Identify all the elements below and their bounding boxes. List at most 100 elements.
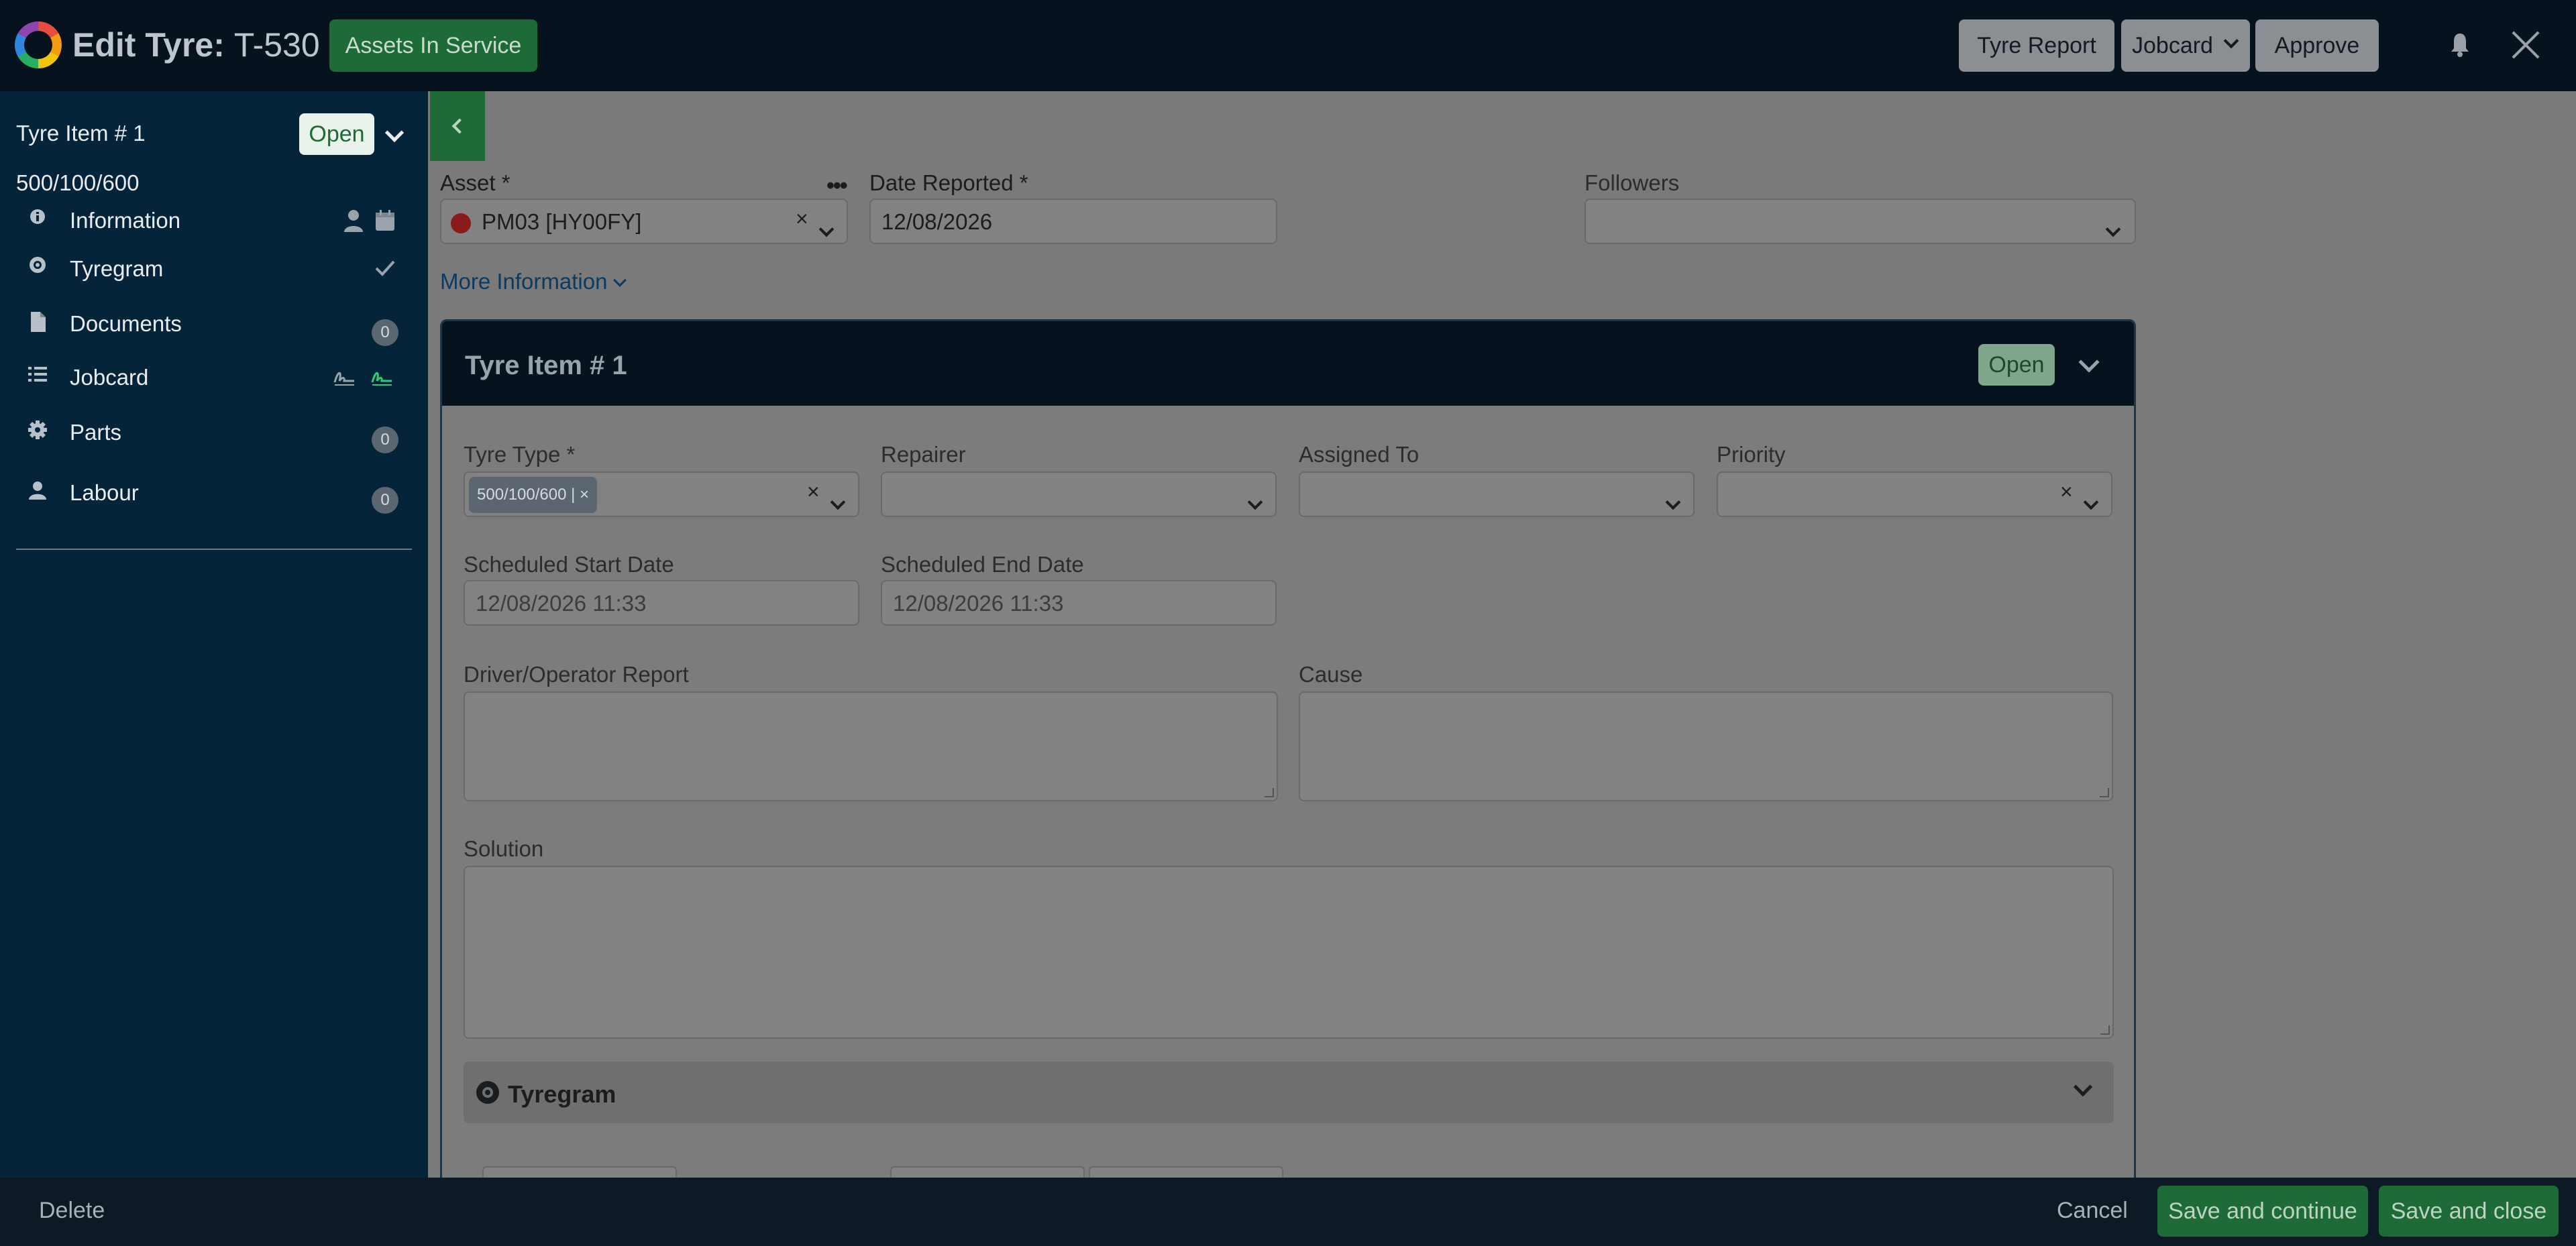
more-options-icon[interactable]: ••• — [826, 173, 848, 199]
chevron-left-icon — [451, 118, 468, 134]
sidebar-item-label: Tyregram — [70, 256, 164, 281]
cause-textarea[interactable] — [1299, 691, 2113, 801]
sidebar-item-parts[interactable]: Parts 0 — [0, 410, 428, 457]
tyregram-section-title: Tyregram — [508, 1080, 616, 1108]
driver-report-label: Driver/Operator Report — [464, 662, 689, 687]
save-and-continue-button[interactable]: Save and continue — [2157, 1186, 2368, 1237]
chevron-down-icon — [818, 215, 835, 240]
tyregram-content-edge — [482, 1166, 677, 1178]
chevron-down-icon — [613, 274, 627, 287]
approve-button[interactable]: Approve — [2255, 19, 2379, 72]
person-icon — [29, 482, 46, 500]
save-and-close-button[interactable]: Save and close — [2379, 1186, 2559, 1237]
asset-select[interactable]: PM03 [HY00FY] × — [440, 199, 848, 244]
sidebar-item-label: Labour — [70, 480, 139, 505]
person-icon — [344, 210, 363, 232]
signed-icon — [371, 372, 392, 386]
page-title: Edit Tyre: T-530 — [72, 25, 320, 64]
signature-icon — [333, 372, 354, 386]
scheduled-start-input[interactable]: 12/08/2026 11:33 — [464, 580, 859, 626]
collapse-sidebar-button[interactable] — [430, 91, 485, 161]
tyre-report-button[interactable]: Tyre Report — [1959, 19, 2114, 72]
sidebar-item-label: Information — [70, 208, 181, 233]
tyre-type-label: Tyre Type * — [464, 442, 576, 467]
priority-label: Priority — [1717, 442, 1786, 467]
assigned-to-label: Assigned To — [1299, 442, 1419, 467]
sidebar-item-documents[interactable]: Documents 0 — [0, 302, 428, 349]
chevron-down-icon[interactable] — [384, 123, 405, 143]
info-icon — [30, 209, 45, 224]
sidebar-item-title: Tyre Item # 1 — [16, 121, 146, 146]
clear-icon[interactable]: × — [807, 479, 820, 504]
gear-icon — [28, 420, 47, 439]
scheduled-end-value: 12/08/2026 11:33 — [893, 591, 1064, 616]
cause-label: Cause — [1299, 662, 1363, 687]
record-id: T-530 — [233, 26, 320, 64]
sidebar-item-tyregram[interactable]: Tyregram — [0, 247, 428, 294]
count-badge: 0 — [372, 427, 398, 453]
tyre-icon — [476, 1081, 499, 1104]
sidebar-item-label: Jobcard — [70, 365, 149, 390]
calendar-icon — [376, 210, 394, 231]
tyregram-content-edge — [890, 1166, 1085, 1178]
sidebar-item-label: Parts — [70, 420, 122, 445]
close-icon[interactable] — [2510, 30, 2541, 60]
jobcard-button-label: Jobcard — [2132, 32, 2213, 58]
tyregram-section-header[interactable]: Tyregram — [464, 1062, 2114, 1123]
chevron-down-icon — [830, 488, 846, 513]
chevron-down-icon — [2105, 215, 2121, 240]
tyre-icon — [30, 257, 46, 273]
bottom-action-bar: Delete Cancel Save and continue Save and… — [0, 1178, 2576, 1246]
solution-label: Solution — [464, 836, 544, 861]
scheduled-end-label: Scheduled End Date — [881, 552, 1084, 577]
sidebar-item-label: Documents — [70, 311, 182, 336]
clear-icon[interactable]: × — [796, 207, 808, 231]
assigned-to-select[interactable] — [1299, 471, 1695, 517]
card-title: Tyre Item # 1 — [465, 351, 627, 380]
sidebar-item-information[interactable]: Information — [0, 199, 428, 245]
card-status-badge: Open — [1978, 344, 2055, 386]
chevron-down-icon — [1247, 488, 1263, 513]
asset-label: Asset * — [440, 170, 511, 195]
bell-icon[interactable] — [2450, 31, 2470, 58]
sidebar-item-jobcard[interactable]: Jobcard — [0, 355, 428, 402]
check-icon — [375, 260, 395, 276]
sidebar-item-labour[interactable]: Labour 0 — [0, 471, 428, 518]
chevron-down-icon — [2083, 488, 2099, 513]
followers-label: Followers — [1585, 170, 1680, 195]
tyregram-content-edge — [1089, 1166, 1283, 1178]
document-icon — [31, 312, 46, 332]
priority-select[interactable]: × — [1717, 471, 2112, 517]
solution-textarea[interactable] — [464, 866, 2114, 1039]
assets-in-service-button[interactable]: Assets In Service — [329, 19, 537, 72]
repairer-label: Repairer — [881, 442, 966, 467]
cancel-button[interactable]: Cancel — [2057, 1198, 2128, 1224]
jobcard-dropdown-button[interactable]: Jobcard — [2121, 19, 2250, 72]
sidebar: Tyre Item # 1 Open 500/100/600 Informati… — [0, 91, 428, 1178]
sidebar-tyre-size: 500/100/600 — [16, 170, 140, 195]
tyre-type-chip[interactable]: 500/100/600 | × — [469, 477, 598, 513]
chevron-down-icon[interactable] — [2078, 351, 2100, 373]
count-badge: 0 — [372, 487, 398, 514]
more-information-toggle[interactable]: More Information — [440, 269, 627, 294]
driver-report-textarea[interactable] — [464, 691, 1278, 801]
date-reported-label: Date Reported * — [869, 170, 1028, 195]
tyre-type-select[interactable]: 500/100/600 | × × — [464, 471, 859, 517]
scheduled-end-input[interactable]: 12/08/2026 11:33 — [881, 580, 1277, 626]
sidebar-status-badge: Open — [299, 113, 374, 155]
delete-button[interactable]: Delete — [39, 1198, 105, 1224]
list-icon — [28, 367, 47, 382]
chevron-down-icon — [1665, 488, 1681, 513]
card-header: Tyre Item # 1 Open — [442, 321, 2134, 406]
more-information-label: More Information — [440, 269, 608, 294]
clear-icon[interactable]: × — [2060, 479, 2073, 504]
chevron-down-icon — [2073, 1077, 2093, 1097]
chevron-down-icon — [2223, 33, 2239, 49]
tyre-item-card: Tyre Item # 1 Open Tyre Type * 500/100/6… — [440, 319, 2136, 1178]
date-reported-value: 12/08/2026 — [881, 209, 993, 234]
date-reported-input[interactable]: 12/08/2026 — [869, 199, 1277, 244]
title-prefix: Edit Tyre: — [72, 26, 225, 64]
repairer-select[interactable] — [881, 471, 1277, 517]
followers-select[interactable] — [1585, 199, 2136, 244]
asset-value: PM03 [HY00FY] — [482, 209, 642, 234]
